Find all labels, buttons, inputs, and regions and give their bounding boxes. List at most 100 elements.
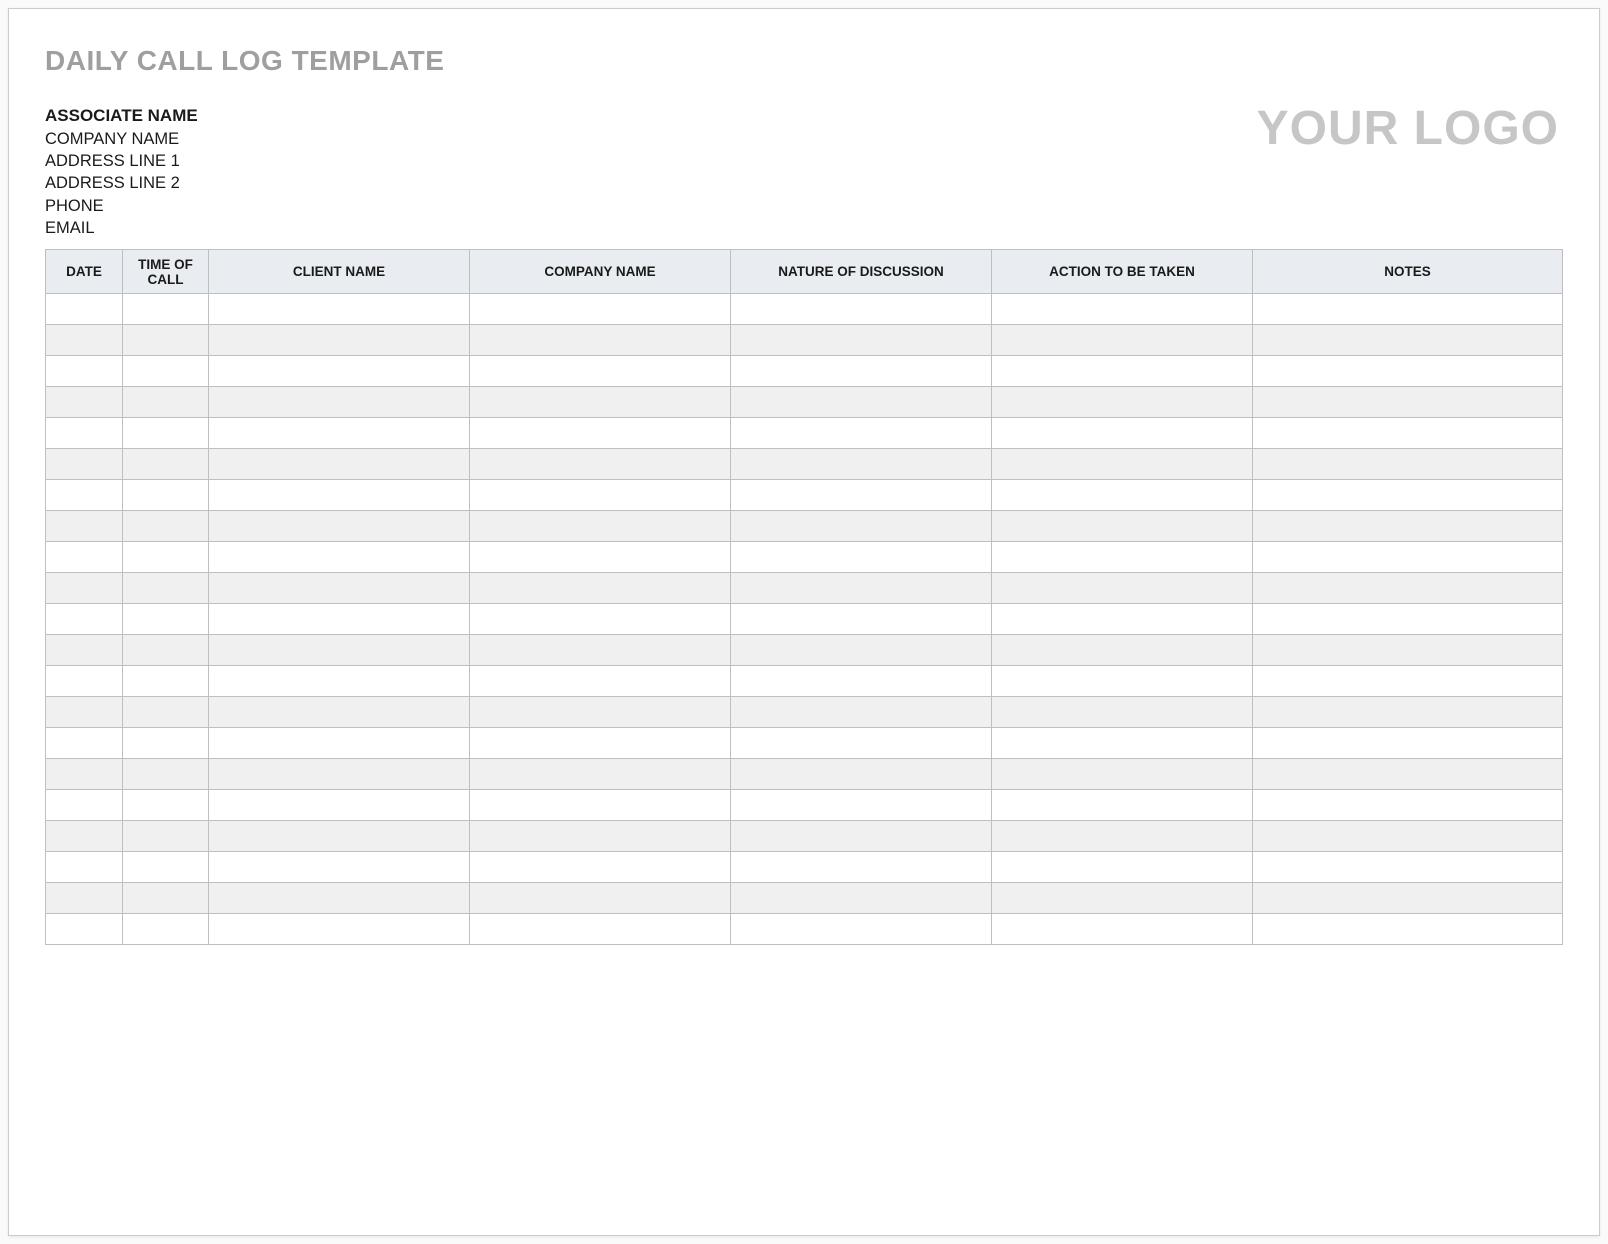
cell-company[interactable]	[470, 418, 731, 449]
cell-notes[interactable]	[1253, 666, 1563, 697]
cell-company[interactable]	[470, 914, 731, 945]
cell-date[interactable]	[46, 573, 123, 604]
cell-date[interactable]	[46, 387, 123, 418]
cell-time[interactable]	[123, 573, 209, 604]
cell-company[interactable]	[470, 697, 731, 728]
cell-client[interactable]	[209, 852, 470, 883]
cell-company[interactable]	[470, 542, 731, 573]
cell-nature[interactable]	[731, 511, 992, 542]
cell-client[interactable]	[209, 635, 470, 666]
cell-time[interactable]	[123, 294, 209, 325]
cell-time[interactable]	[123, 759, 209, 790]
cell-time[interactable]	[123, 666, 209, 697]
cell-action[interactable]	[992, 480, 1253, 511]
cell-company[interactable]	[470, 852, 731, 883]
cell-notes[interactable]	[1253, 790, 1563, 821]
cell-company[interactable]	[470, 666, 731, 697]
cell-notes[interactable]	[1253, 418, 1563, 449]
cell-notes[interactable]	[1253, 387, 1563, 418]
cell-notes[interactable]	[1253, 573, 1563, 604]
cell-company[interactable]	[470, 387, 731, 418]
cell-company[interactable]	[470, 635, 731, 666]
cell-company[interactable]	[470, 480, 731, 511]
cell-nature[interactable]	[731, 294, 992, 325]
cell-time[interactable]	[123, 821, 209, 852]
cell-company[interactable]	[470, 325, 731, 356]
cell-action[interactable]	[992, 418, 1253, 449]
cell-client[interactable]	[209, 511, 470, 542]
cell-notes[interactable]	[1253, 883, 1563, 914]
cell-action[interactable]	[992, 728, 1253, 759]
cell-notes[interactable]	[1253, 356, 1563, 387]
cell-client[interactable]	[209, 914, 470, 945]
cell-time[interactable]	[123, 883, 209, 914]
cell-notes[interactable]	[1253, 635, 1563, 666]
cell-nature[interactable]	[731, 759, 992, 790]
cell-time[interactable]	[123, 387, 209, 418]
cell-time[interactable]	[123, 511, 209, 542]
cell-client[interactable]	[209, 449, 470, 480]
cell-nature[interactable]	[731, 666, 992, 697]
cell-action[interactable]	[992, 852, 1253, 883]
cell-notes[interactable]	[1253, 480, 1563, 511]
cell-date[interactable]	[46, 697, 123, 728]
cell-time[interactable]	[123, 480, 209, 511]
cell-date[interactable]	[46, 759, 123, 790]
cell-company[interactable]	[470, 790, 731, 821]
cell-notes[interactable]	[1253, 604, 1563, 635]
cell-date[interactable]	[46, 325, 123, 356]
cell-action[interactable]	[992, 511, 1253, 542]
cell-nature[interactable]	[731, 728, 992, 759]
cell-time[interactable]	[123, 449, 209, 480]
cell-client[interactable]	[209, 294, 470, 325]
cell-nature[interactable]	[731, 821, 992, 852]
cell-date[interactable]	[46, 883, 123, 914]
cell-date[interactable]	[46, 294, 123, 325]
cell-client[interactable]	[209, 883, 470, 914]
cell-client[interactable]	[209, 666, 470, 697]
cell-notes[interactable]	[1253, 852, 1563, 883]
cell-date[interactable]	[46, 449, 123, 480]
cell-client[interactable]	[209, 356, 470, 387]
cell-nature[interactable]	[731, 604, 992, 635]
cell-company[interactable]	[470, 511, 731, 542]
cell-time[interactable]	[123, 914, 209, 945]
cell-date[interactable]	[46, 418, 123, 449]
cell-nature[interactable]	[731, 914, 992, 945]
cell-notes[interactable]	[1253, 542, 1563, 573]
cell-client[interactable]	[209, 697, 470, 728]
cell-action[interactable]	[992, 449, 1253, 480]
cell-action[interactable]	[992, 387, 1253, 418]
cell-company[interactable]	[470, 883, 731, 914]
cell-company[interactable]	[470, 604, 731, 635]
cell-time[interactable]	[123, 418, 209, 449]
cell-notes[interactable]	[1253, 325, 1563, 356]
cell-date[interactable]	[46, 511, 123, 542]
cell-nature[interactable]	[731, 852, 992, 883]
cell-date[interactable]	[46, 635, 123, 666]
cell-notes[interactable]	[1253, 294, 1563, 325]
cell-notes[interactable]	[1253, 759, 1563, 790]
cell-company[interactable]	[470, 449, 731, 480]
cell-client[interactable]	[209, 790, 470, 821]
cell-action[interactable]	[992, 914, 1253, 945]
cell-notes[interactable]	[1253, 728, 1563, 759]
cell-date[interactable]	[46, 728, 123, 759]
cell-action[interactable]	[992, 573, 1253, 604]
cell-date[interactable]	[46, 542, 123, 573]
cell-date[interactable]	[46, 666, 123, 697]
cell-nature[interactable]	[731, 790, 992, 821]
cell-date[interactable]	[46, 604, 123, 635]
cell-time[interactable]	[123, 542, 209, 573]
cell-notes[interactable]	[1253, 511, 1563, 542]
cell-nature[interactable]	[731, 449, 992, 480]
cell-action[interactable]	[992, 790, 1253, 821]
cell-action[interactable]	[992, 294, 1253, 325]
cell-nature[interactable]	[731, 573, 992, 604]
cell-nature[interactable]	[731, 635, 992, 666]
cell-action[interactable]	[992, 325, 1253, 356]
cell-action[interactable]	[992, 883, 1253, 914]
cell-company[interactable]	[470, 356, 731, 387]
cell-client[interactable]	[209, 604, 470, 635]
cell-client[interactable]	[209, 759, 470, 790]
